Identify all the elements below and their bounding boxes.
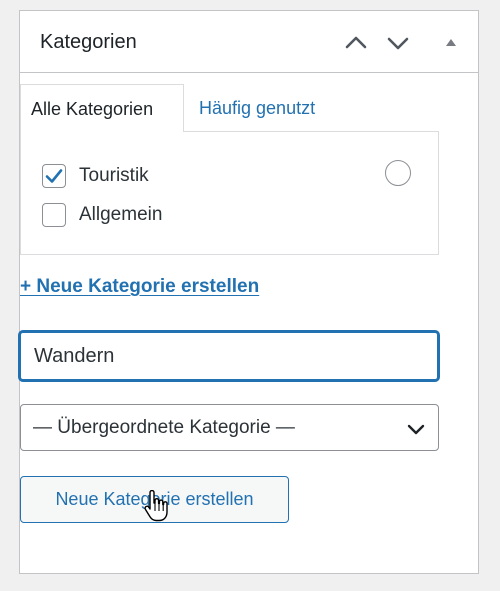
list-item: Touristik <box>42 163 149 189</box>
parent-category-select[interactable]: — Übergeordnete Kategorie — <box>20 404 439 451</box>
panel-title: Kategorien <box>40 31 137 53</box>
move-up-button[interactable] <box>342 29 370 57</box>
list-item: Allgemein <box>42 202 162 228</box>
checkbox-allgemein[interactable] <box>42 203 66 227</box>
category-label: Touristik <box>79 165 149 186</box>
loading-spinner-icon <box>385 160 411 186</box>
checkbox-touristik[interactable] <box>42 164 66 188</box>
category-tabs: Alle Kategorien Häufig genutzt <box>20 84 439 132</box>
move-down-button[interactable] <box>384 29 412 57</box>
chevron-down-icon <box>387 37 409 50</box>
add-new-category-button[interactable]: Neue Kategorie erstellen <box>20 476 289 523</box>
tab-frequently-used[interactable]: Häufig genutzt <box>199 84 315 132</box>
chevron-down-icon <box>407 424 425 435</box>
category-label: Allgemein <box>79 204 163 225</box>
checkmark-icon <box>45 169 63 183</box>
category-list: Touristik Allgemein <box>20 131 439 255</box>
panel-header: Kategorien <box>20 11 478 73</box>
select-value: — Übergeordnete Kategorie — <box>33 417 295 438</box>
chevron-up-icon <box>345 36 367 49</box>
triangle-up-icon <box>446 39 456 46</box>
toggle-panel-button[interactable] <box>437 29 465 57</box>
tab-all-categories[interactable]: Alle Kategorien <box>20 84 184 132</box>
new-category-input[interactable] <box>19 331 439 381</box>
add-category-link[interactable]: + Neue Kategorie erstellen <box>20 276 259 298</box>
